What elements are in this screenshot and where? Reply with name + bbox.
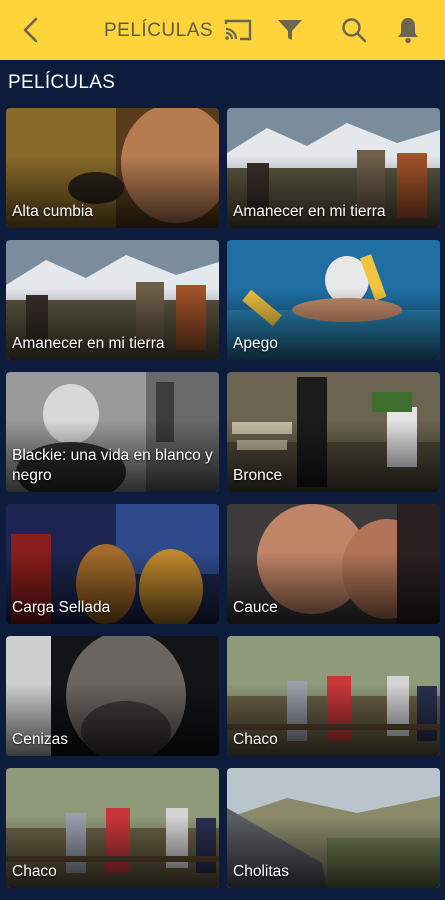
movie-card[interactable]: Bronce: [227, 372, 440, 492]
top-app-bar: PELÍCULAS: [0, 0, 445, 60]
cast-icon[interactable]: [220, 0, 256, 60]
page-title: PELÍCULAS: [104, 20, 214, 41]
movie-card[interactable]: Alta cumbia: [6, 108, 219, 228]
movie-card[interactable]: Cenizas: [6, 636, 219, 756]
movie-title: Cholitas: [233, 863, 289, 880]
movie-card[interactable]: Amanecer en mi tierra: [6, 240, 219, 360]
movie-title: Carga Sellada: [12, 599, 111, 616]
movie-title: Amanecer en mi tierra: [12, 335, 165, 352]
bell-icon[interactable]: [390, 0, 426, 60]
filter-icon[interactable]: [272, 0, 308, 60]
movie-title: Amanecer en mi tierra: [233, 203, 386, 220]
section-title: PELÍCULAS: [8, 72, 116, 93]
search-icon[interactable]: [336, 0, 372, 60]
movie-title: Apego: [233, 335, 278, 352]
movie-card[interactable]: Apego: [227, 240, 440, 360]
movie-title: Blackie: una vida en blanco y negro: [12, 447, 213, 484]
movie-grid: Alta cumbia Amanecer en mi tierra Amanecer…: [6, 108, 440, 888]
movie-card[interactable]: Cauce: [227, 504, 440, 624]
movie-title: Bronce: [233, 467, 283, 484]
movie-card[interactable]: Chaco: [6, 768, 219, 888]
movie-card[interactable]: Chaco: [227, 636, 440, 756]
back-arrow-icon[interactable]: [14, 0, 48, 60]
movie-title: Cenizas: [12, 731, 68, 748]
movie-title: Chaco: [12, 863, 57, 880]
movie-card[interactable]: Blackie: una vida en blanco y negro: [6, 372, 219, 492]
movie-card[interactable]: Carga Sellada: [6, 504, 219, 624]
movie-title: Cauce: [233, 599, 278, 616]
movie-title: Alta cumbia: [12, 203, 93, 220]
movie-card[interactable]: Amanecer en mi tierra: [227, 108, 440, 228]
movie-title: Chaco: [233, 731, 278, 748]
movie-card[interactable]: Cholitas: [227, 768, 440, 888]
